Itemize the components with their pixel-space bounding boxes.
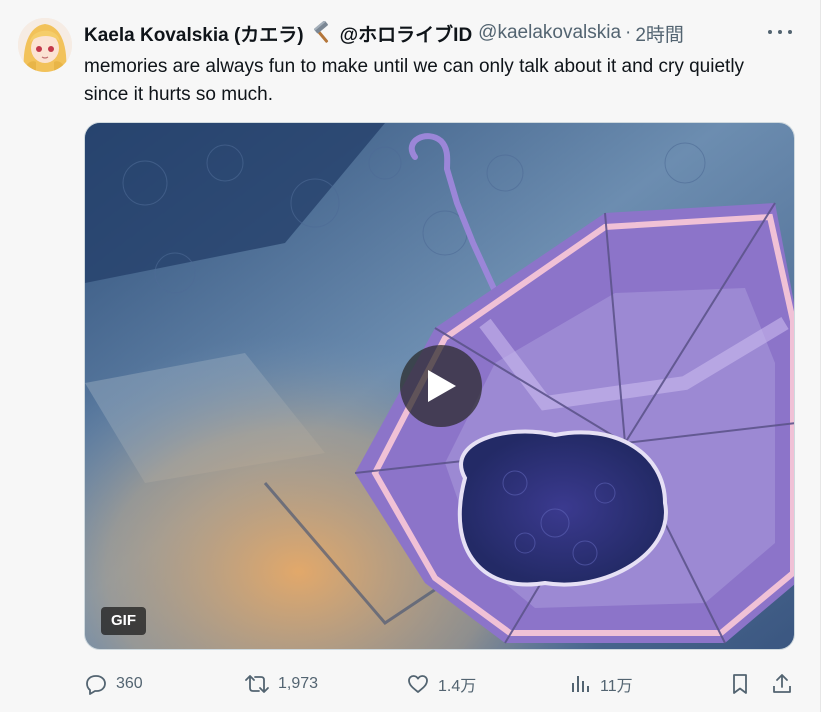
- reply-count: 360: [116, 675, 143, 692]
- action-bar: 360 1,973 1.4万 11万: [84, 668, 800, 700]
- like-count: 1.4万: [438, 678, 477, 695]
- heart-icon: [408, 675, 428, 693]
- community-handle[interactable]: @ホロライブID: [340, 20, 473, 47]
- gif-media[interactable]: GIF: [84, 122, 795, 650]
- gif-badge: GIF: [101, 607, 146, 635]
- hammer-emoji-icon: [310, 20, 334, 45]
- display-name[interactable]: Kaela Kovalskia (カエラ): [84, 20, 304, 47]
- retweet-button[interactable]: 1,973: [244, 668, 318, 700]
- bookmark-button[interactable]: [728, 668, 752, 700]
- user-handle[interactable]: @kaelakovalskia: [478, 22, 621, 44]
- play-button[interactable]: [400, 345, 482, 427]
- reply-button[interactable]: 360: [84, 668, 143, 700]
- more-dots-icon[interactable]: [768, 22, 792, 42]
- separator-dot: ·: [625, 22, 632, 43]
- reply-bubble-icon: [86, 675, 106, 695]
- play-icon: [428, 370, 456, 402]
- retweet-icon: [245, 675, 269, 693]
- bar-chart-icon: [572, 676, 589, 692]
- share-button[interactable]: [770, 668, 794, 700]
- bookmark-icon: [733, 674, 747, 694]
- share-icon: [773, 674, 791, 693]
- tweet-text: memories are always fun to make until we…: [84, 56, 745, 105]
- timestamp[interactable]: 2時間: [635, 20, 684, 47]
- views-button[interactable]: 11万: [568, 668, 633, 700]
- view-count: 11万: [600, 678, 633, 695]
- retweet-count: 1,973: [278, 675, 319, 692]
- tweet-card[interactable]: Kaela Kovalskia (カエラ) @ホロライブID @kaelakov…: [0, 0, 821, 712]
- like-button[interactable]: 1.4万: [406, 668, 476, 700]
- avatar[interactable]: [18, 18, 72, 72]
- tweet-header: Kaela Kovalskia (カエラ) @ホロライブID @kaelakov…: [84, 19, 760, 47]
